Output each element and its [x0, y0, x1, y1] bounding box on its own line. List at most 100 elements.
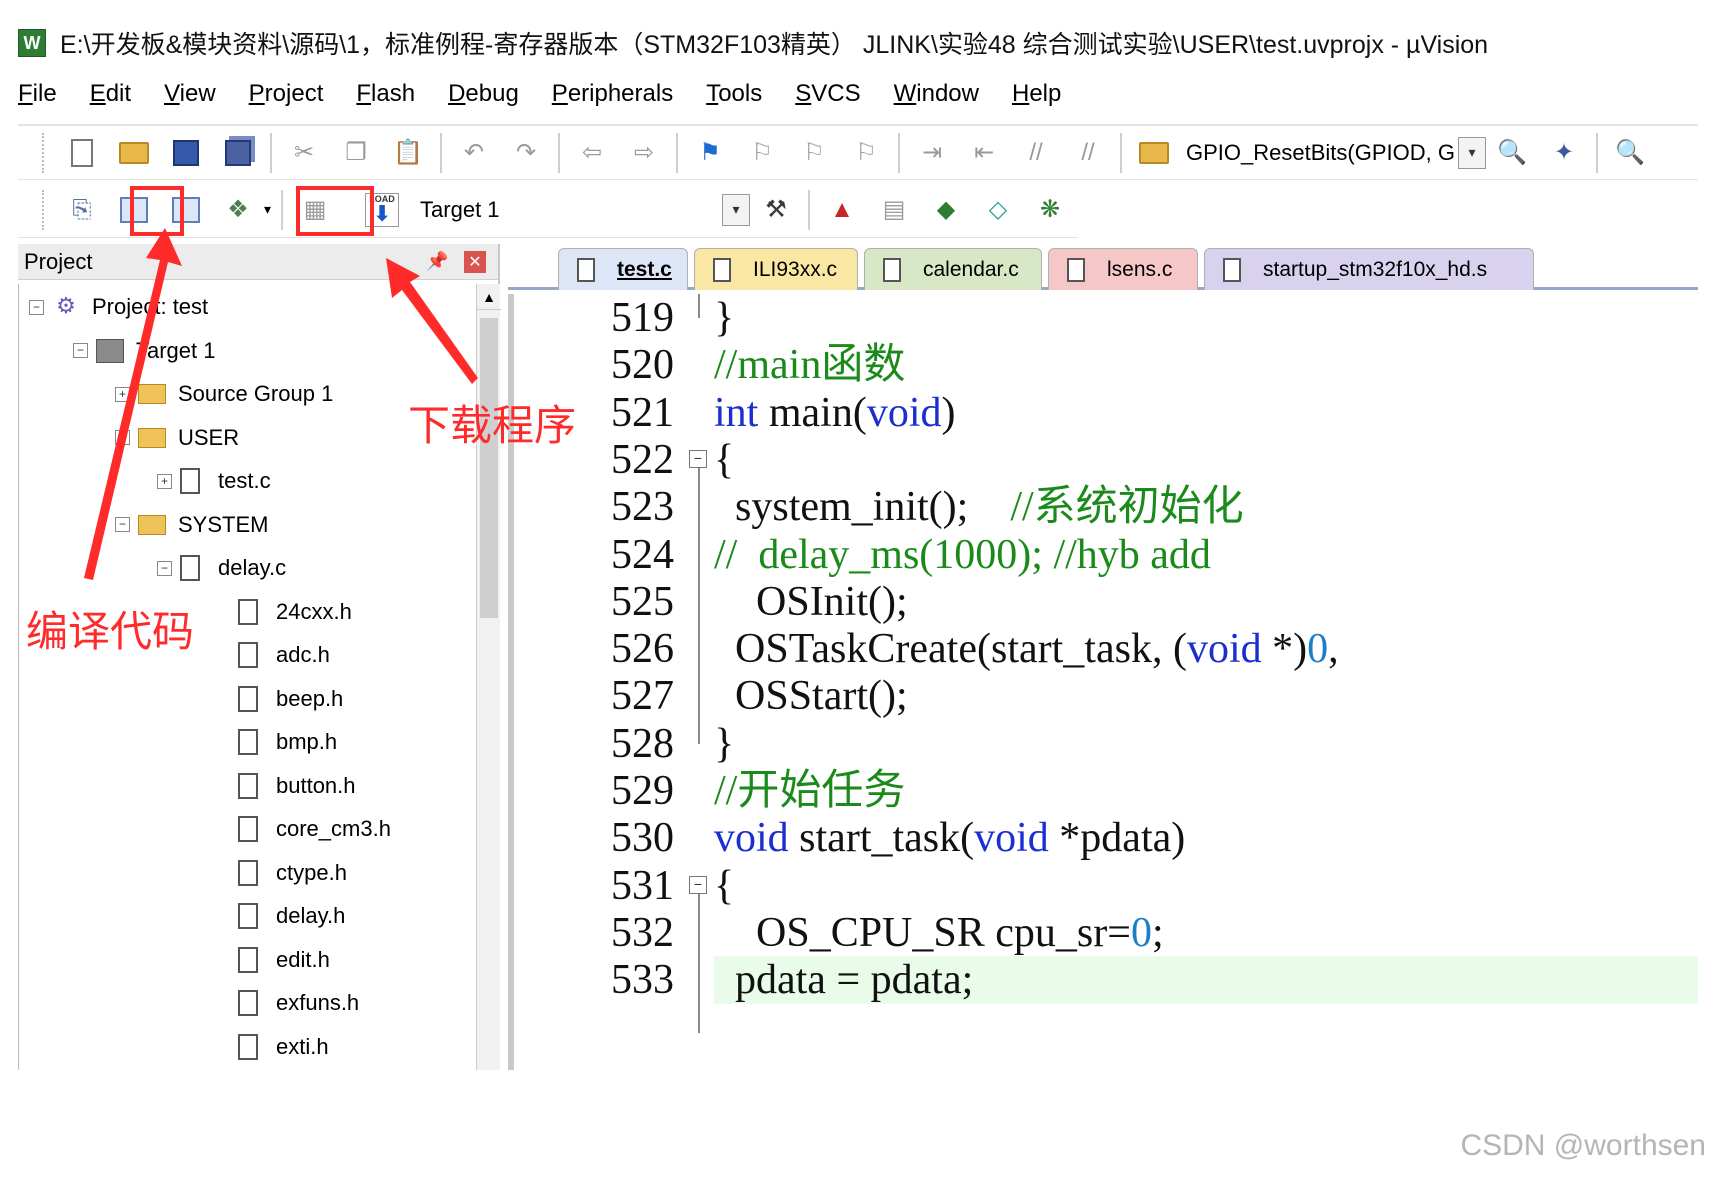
expand-icon[interactable]: +: [115, 386, 130, 402]
pack-installer-button[interactable]: ◇: [979, 191, 1017, 229]
close-icon[interactable]: ✕: [464, 250, 486, 273]
title-bar: W E:\开发板&模块资料\源码\1，标准例程-寄存器版本（STM32F103精…: [18, 18, 1698, 68]
run-time-environment-button[interactable]: ❋: [1031, 191, 1069, 229]
pin-icon[interactable]: 📌: [426, 251, 448, 272]
collapse-icon[interactable]: −: [73, 343, 88, 358]
previous-bookmark-button[interactable]: ⚐: [743, 134, 781, 172]
collapse-icon[interactable]: −: [29, 299, 44, 315]
tree-item-label: exti.h: [276, 1033, 329, 1059]
paste-button[interactable]: 📋: [389, 134, 427, 172]
save-all-button[interactable]: [219, 134, 257, 172]
batch-build-dropdown-icon[interactable]: ▾: [264, 201, 271, 218]
editor-tab[interactable]: ILI93xx.c: [694, 248, 858, 290]
tree-item[interactable]: 24cxx.h: [215, 593, 352, 631]
cut-button[interactable]: ✂: [285, 134, 323, 172]
fold-collapse-icon[interactable]: −: [689, 449, 707, 468]
scrollbar-thumb[interactable]: [480, 318, 498, 618]
tree-item[interactable]: core_cm3.h: [215, 810, 391, 848]
editor-tab[interactable]: calendar.c: [864, 248, 1042, 290]
manage-components-button[interactable]: ▲: [823, 191, 861, 229]
indent-button[interactable]: ⇥: [913, 134, 951, 172]
redo-button[interactable]: ↷: [507, 134, 545, 172]
next-bookmark-button[interactable]: ⚐: [795, 134, 833, 172]
menu-peripherals[interactable]: Peripherals: [552, 80, 673, 108]
code-text: {: [714, 436, 734, 484]
insert-bookmark-button[interactable]: ⚑: [691, 134, 729, 172]
menu-help[interactable]: Help: [1012, 80, 1061, 108]
uncomment-button[interactable]: //: [1069, 134, 1107, 172]
menu-edit[interactable]: Edit: [90, 80, 131, 108]
tree-item[interactable]: ctype.h: [215, 854, 347, 892]
expand-icon[interactable]: +: [157, 473, 172, 489]
menu-window[interactable]: Window: [894, 80, 979, 108]
save-button[interactable]: [167, 134, 205, 172]
copy-button[interactable]: ❐: [337, 134, 375, 172]
batch-build-button[interactable]: ❖: [219, 191, 257, 229]
menu-debug[interactable]: Debug: [448, 80, 519, 108]
scroll-up-arrow-icon[interactable]: ▲: [477, 284, 501, 310]
line-number: 523: [611, 484, 674, 531]
open-file-button[interactable]: [115, 134, 153, 172]
code-line: 527 OSStart();: [514, 672, 1698, 720]
chevron-down-icon[interactable]: ▾: [722, 193, 751, 226]
fold-collapse-icon[interactable]: −: [689, 875, 707, 894]
tree-item[interactable]: + Source Group 1: [115, 375, 333, 413]
options-for-target-button[interactable]: ⚒: [757, 191, 795, 229]
undo-button[interactable]: ↶: [455, 134, 493, 172]
magic-wand-icon: ⚒: [765, 196, 787, 223]
tree-item[interactable]: bmp.h: [215, 723, 337, 761]
navigate-back-button[interactable]: ⇦: [573, 134, 611, 172]
comment-button[interactable]: //: [1017, 134, 1055, 172]
select-packs-button[interactable]: ◆: [927, 191, 965, 229]
menu-flash[interactable]: Flash: [356, 80, 415, 108]
code-text: //main函数: [714, 341, 905, 389]
tree-item[interactable]: edit.h: [215, 941, 330, 979]
tree-item[interactable]: exfuns.h: [215, 984, 359, 1022]
tree-item[interactable]: − USER: [115, 419, 239, 457]
editor-tab[interactable]: test.c: [558, 248, 688, 290]
menu-svcs[interactable]: SVCS: [795, 80, 860, 108]
line-number: 520: [611, 342, 674, 389]
menu-tools[interactable]: Tools: [706, 80, 762, 108]
tree-item[interactable]: beep.h: [215, 680, 343, 718]
start-debug-button[interactable]: 🔍: [1611, 134, 1649, 172]
find-button[interactable]: 🔍: [1493, 134, 1531, 172]
tree-item[interactable]: delay.h: [215, 897, 345, 935]
toolbar-grip[interactable]: [42, 189, 46, 230]
code-token: void: [866, 389, 942, 436]
translate-button[interactable]: ⎘: [63, 191, 101, 229]
menu-view[interactable]: View: [164, 80, 216, 108]
cut-icon: ✂: [293, 139, 315, 166]
collapse-icon[interactable]: −: [115, 430, 130, 445]
tree-item[interactable]: exti.h: [215, 1028, 329, 1066]
unindent-button[interactable]: ⇤: [965, 134, 1003, 172]
new-file-button[interactable]: [63, 134, 101, 172]
find-in-files-button[interactable]: [1135, 134, 1173, 172]
tree-item[interactable]: button.h: [215, 767, 356, 805]
clear-bookmarks-button[interactable]: ⚐: [847, 134, 885, 172]
tree-item[interactable]: − Target 1: [73, 332, 216, 370]
code-token: void: [1186, 626, 1262, 673]
code-editor[interactable]: 519} 520//main函数 521 int main(void) 522{523 …: [508, 294, 1698, 1070]
toolbar-grip[interactable]: [42, 132, 46, 173]
code-text: }: [714, 720, 734, 768]
code-text: //开始任务: [714, 767, 905, 815]
tree-item[interactable]: − SYSTEM: [115, 506, 268, 544]
menu-file[interactable]: File: [18, 80, 57, 108]
incremental-find-button[interactable]: ✦: [1545, 134, 1583, 172]
target-select[interactable]: Target 1 ▾: [420, 190, 751, 230]
project-panel-header: Project 📌 ✕: [18, 244, 498, 280]
navigate-forward-button[interactable]: ⇨: [625, 134, 663, 172]
tree-item[interactable]: − ⚙ Project: test: [29, 288, 208, 326]
collapse-icon[interactable]: −: [157, 560, 172, 576]
tree-item[interactable]: adc.h: [215, 636, 330, 674]
menu-project[interactable]: Project: [249, 80, 324, 108]
tree-item[interactable]: + test.c: [157, 462, 271, 500]
collapse-icon[interactable]: −: [115, 517, 130, 532]
manage-project-items-button[interactable]: ▤: [875, 191, 913, 229]
tree-item[interactable]: − delay.c: [157, 549, 286, 587]
editor-tab[interactable]: lsens.c: [1048, 248, 1198, 290]
editor-tab[interactable]: startup_stm32f10x_hd.s: [1204, 248, 1534, 290]
chevron-down-icon[interactable]: ▾: [1458, 136, 1486, 169]
function-combo[interactable]: GPIO_ResetBits(GPIOD, G ▾: [1186, 134, 1486, 172]
